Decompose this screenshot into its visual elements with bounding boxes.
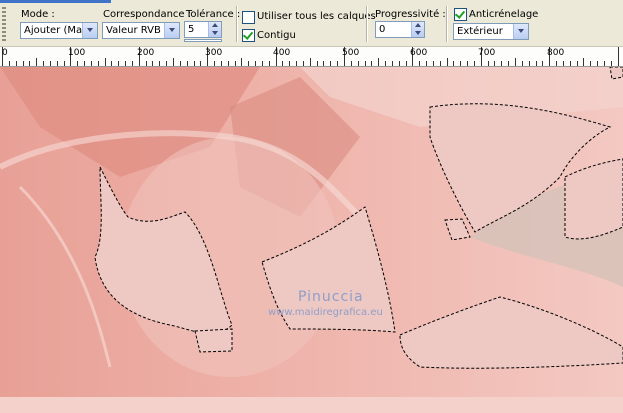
feather-label: Progressivité : — [375, 9, 446, 20]
ruler-label: 800 — [547, 48, 565, 58]
match-value: Valeur RVB — [106, 25, 161, 36]
image-canvas[interactable]: Pinuccia www.maidiregrafica.eu — [0, 67, 623, 413]
mode-label: Mode : — [21, 9, 55, 20]
match-select[interactable]: Valeur RVB — [102, 22, 180, 39]
title-strip — [0, 0, 111, 3]
chevron-down-icon[interactable] — [164, 23, 179, 38]
checkmark-icon — [242, 29, 254, 40]
ruler-label: 100 — [68, 48, 86, 58]
feather-value: 0 — [379, 24, 386, 35]
ruler-label: 500 — [342, 48, 360, 58]
ruler-label: 0 — [2, 48, 8, 58]
watermark-url: www.maidiregrafica.eu — [268, 307, 383, 318]
mode-value: Ajouter (Maj) — [24, 25, 82, 36]
antialias-label: Anticrénelage — [469, 9, 539, 20]
separator — [236, 6, 238, 42]
watermark-title: Pinuccia — [298, 289, 364, 305]
mode-select[interactable]: Ajouter (Maj) — [20, 22, 98, 39]
chevron-down-icon[interactable] — [513, 24, 528, 39]
antialias-mode-value: Extérieur — [457, 26, 503, 37]
contiguous-checkbox[interactable] — [242, 29, 255, 42]
ruler-label: 200 — [137, 48, 155, 58]
ruler-label: 600 — [410, 48, 428, 58]
toolbar-grip[interactable] — [2, 7, 6, 41]
tolerance-spinner[interactable]: 5 — [184, 21, 222, 38]
tolerance-value: 5 — [188, 24, 195, 35]
tool-options-toolbar: Mode : Ajouter (Maj) Correspondance : Va… — [0, 0, 623, 47]
separator — [446, 6, 448, 42]
canvas-artwork — [0, 67, 623, 413]
checkmark-icon — [454, 8, 466, 19]
ruler-label: 400 — [273, 48, 291, 58]
use-all-layers-label: Utiliser tous les calques — [257, 11, 376, 22]
ruler-ticks — [2, 47, 619, 66]
horizontal-ruler: 0 100 200 300 400 500 600 700 800 — [0, 47, 623, 67]
spin-arrows-icon[interactable] — [411, 22, 424, 37]
contiguous-label: Contigu — [257, 30, 296, 41]
tolerance-label: Tolérance : — [186, 9, 241, 20]
chevron-down-icon[interactable] — [82, 23, 97, 38]
separator — [366, 6, 368, 42]
antialias-checkbox[interactable] — [454, 8, 467, 21]
use-all-layers-checkbox[interactable] — [242, 11, 255, 24]
tolerance-slider[interactable] — [184, 39, 222, 42]
ruler-label: 700 — [478, 48, 496, 58]
spin-arrows-icon[interactable] — [208, 22, 221, 37]
feather-spinner[interactable]: 0 — [375, 21, 425, 38]
match-label: Correspondance : — [103, 9, 192, 20]
ruler-label: 300 — [205, 48, 223, 58]
antialias-mode-select[interactable]: Extérieur — [453, 23, 529, 40]
